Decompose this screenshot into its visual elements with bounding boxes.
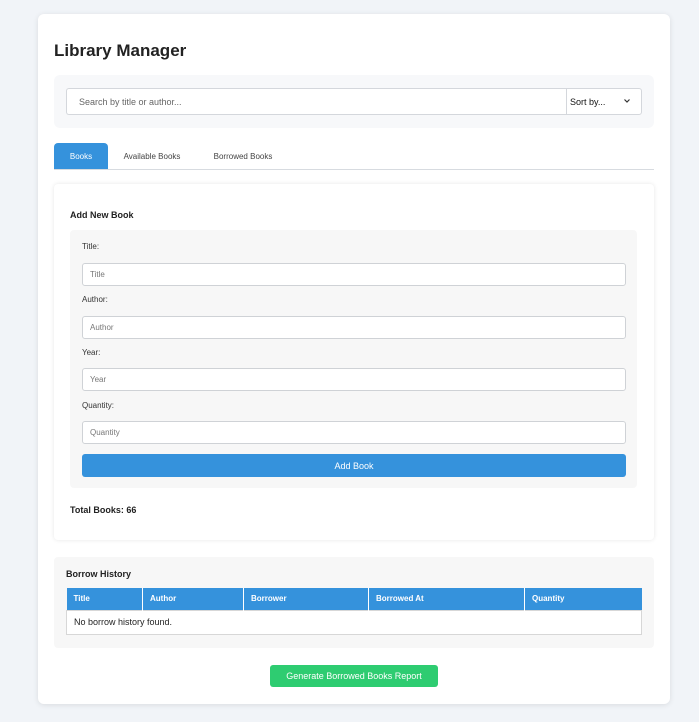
quantity-label: Quantity: — [82, 401, 115, 410]
borrow-history-section: Borrow History Title Author Borrower Bor… — [54, 557, 654, 648]
chevron-down-icon — [624, 99, 630, 103]
tab-borrowed-books[interactable]: Borrowed Books — [198, 143, 288, 169]
sort-select-label: Sort by... — [570, 96, 606, 107]
search-bar: Sort by... — [54, 75, 654, 128]
sort-select[interactable]: Sort by... — [566, 88, 642, 115]
year-field[interactable] — [82, 368, 626, 391]
borrow-history-table: Title Author Borrower Borrowed At Quanti… — [66, 588, 642, 635]
title-field[interactable] — [82, 263, 626, 286]
tab-bar: Books Available Books Borrowed Books — [54, 143, 654, 170]
generate-report-button[interactable]: Generate Borrowed Books Report — [270, 665, 438, 687]
library-manager-card: Library Manager Sort by... Books Availab… — [38, 14, 670, 704]
books-panel: Add New Book Title: Author: Year: Quanti… — [54, 184, 654, 540]
title-label: Title: — [82, 242, 100, 251]
search-input[interactable] — [66, 88, 566, 115]
add-book-form: Title: Author: Year: Quantity: Add Book — [70, 230, 637, 488]
page-title: Library Manager — [54, 41, 187, 60]
add-book-button[interactable]: Add Book — [82, 454, 626, 477]
tab-available-books[interactable]: Available Books — [114, 143, 190, 169]
borrow-history-heading: Borrow History — [66, 569, 132, 579]
author-field[interactable] — [82, 316, 626, 339]
table-header-row: Title Author Borrower Borrowed At Quanti… — [66, 588, 642, 610]
column-header-title[interactable]: Title — [66, 588, 143, 610]
quantity-field[interactable] — [82, 421, 626, 444]
column-header-quantity[interactable]: Quantity — [524, 588, 642, 610]
column-header-author[interactable]: Author — [142, 588, 244, 610]
empty-history-message: No borrow history found. — [66, 609, 642, 635]
column-header-borrowed-at[interactable]: Borrowed At — [368, 588, 525, 610]
add-book-heading: Add New Book — [70, 210, 134, 220]
author-label: Author: — [82, 295, 108, 304]
table-row: No borrow history found. — [66, 609, 642, 635]
year-label: Year: — [82, 348, 101, 357]
tab-books[interactable]: Books — [54, 143, 108, 169]
total-books: Total Books: 66 — [70, 505, 137, 515]
column-header-borrower[interactable]: Borrower — [243, 588, 369, 610]
